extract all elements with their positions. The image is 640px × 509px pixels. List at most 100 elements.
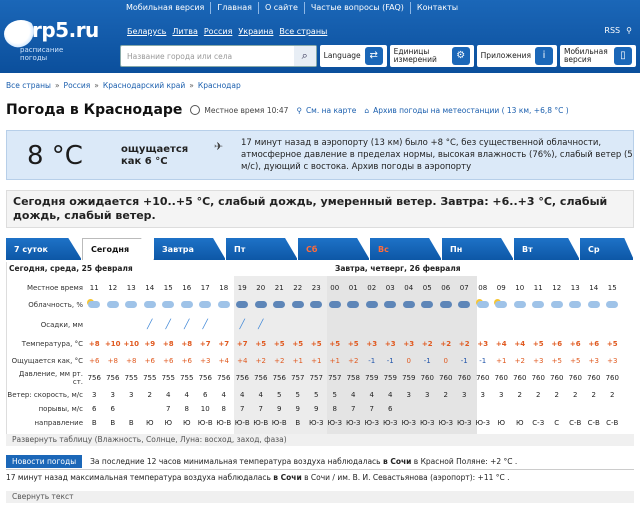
crumb-city[interactable]: Краснодар (198, 81, 241, 90)
pressure-cell: 756 (254, 374, 268, 382)
hours-cell: 16 (182, 284, 192, 292)
crumb-region[interactable]: Краснодарский край (103, 81, 185, 90)
country-ukraine[interactable]: Украина (238, 27, 273, 36)
row-wind: Ветер: скорость, м/с 3332446444555544433… (7, 389, 635, 401)
pressure-cell: 760 (568, 374, 582, 382)
expand-table-link[interactable]: Развернуть таблицу (Влажность, Солнце, Л… (6, 434, 634, 446)
gusts-cell: 9 (314, 405, 319, 413)
feels-cell: +6 (89, 357, 100, 365)
news1-b[interactable]: в Сочи (383, 457, 411, 466)
crumb-all[interactable]: Все страны (6, 81, 51, 90)
tab-7days[interactable]: 7 суток (6, 238, 82, 260)
news2-b[interactable]: в Сочи (273, 473, 301, 482)
pressure-cell: 756 (106, 374, 120, 382)
temps-cell: +6 (569, 340, 581, 348)
tab-wed[interactable]: Ср (580, 238, 634, 260)
hours-cell: 03 (385, 284, 395, 292)
tab-today[interactable]: Сегодня (82, 238, 154, 260)
units-button[interactable]: Единицы измерений ⚙ (389, 45, 474, 67)
dirs-cell: С (554, 419, 560, 427)
map-link[interactable]: ⚲ См. на карте (296, 106, 356, 115)
country-lithuania[interactable]: Литва (172, 27, 198, 36)
tab-sat[interactable]: Сб (298, 238, 370, 260)
cloud-icon (215, 299, 234, 311)
tab-fri[interactable]: Пт (226, 238, 298, 260)
search-placeholder: Название города или села (127, 51, 233, 61)
wind-cell: 3 (110, 391, 115, 399)
apps-button[interactable]: Приложения i (476, 45, 557, 67)
gusts-cell: 7 (369, 405, 374, 413)
pressure-cell: 760 (531, 374, 545, 382)
dir-cells: В В В Ю Ю Ю Ю-В Ю-В Ю-В Ю-В Ю-В В Ю-З Ю-З Ю-З Ю-З Ю-З Ю-З… (85, 419, 622, 427)
search-icon[interactable]: ⌕ (293, 46, 316, 66)
pressure-cell: 759 (365, 374, 379, 382)
site-logo[interactable]: rp5.ru расписание погоды (4, 16, 116, 68)
hours-cell: 11 (533, 284, 543, 292)
tab-tomorrow[interactable]: Завтра (154, 238, 226, 260)
crumb-russia[interactable]: Россия (64, 81, 91, 90)
country-russia[interactable]: Россия (204, 27, 233, 36)
feels-cell: -1 (368, 357, 376, 365)
cloud-icon (566, 299, 585, 311)
nav-home[interactable]: Главная (210, 2, 258, 14)
label-dir: направление (34, 419, 83, 427)
nav-about[interactable]: О сайте (257, 2, 304, 14)
feels-cell: +4 (218, 357, 229, 365)
search-input[interactable]: Название города или села ⌕ (120, 45, 317, 67)
row-time: Местное время 11 12 13 14 15 16 17 18 19 20 21 22 23… (7, 282, 635, 294)
rss-link[interactable]: RSS ⚲ (604, 26, 632, 35)
gusts-cell (603, 405, 622, 413)
gusts-cell (492, 405, 511, 413)
cloud-icon (455, 299, 474, 311)
mobile-button[interactable]: Мобильная версия ▯ (560, 45, 636, 67)
wind-cell: 2 (573, 391, 578, 399)
pressure-cell: 760 (439, 374, 453, 382)
phone-icon: ▯ (614, 47, 632, 65)
language-button[interactable]: Language ⇄ (319, 45, 387, 67)
wind-cell: 4 (351, 391, 356, 399)
wind-cells: 3 3 3 2 4 4 6 4 4 4 5 5 5 5 4 4 4 3 3 2 3 3 3 2 2 2 2 2 2 (85, 391, 622, 399)
hours-cell: 05 (422, 284, 432, 292)
country-all[interactable]: Все страны (279, 27, 327, 36)
feels-cell: -1 (423, 357, 431, 365)
wind-cell: 2 (591, 391, 596, 399)
label-wind: Ветер: скорость, м/с (7, 391, 83, 399)
hours-cell: 00 (330, 284, 340, 292)
temps-cell: +8 (88, 340, 100, 348)
dirs-cell: Ю (182, 419, 191, 427)
country-links: Беларусь Литва Россия Украина Все страны (127, 27, 327, 36)
nav-faq[interactable]: Частые вопросы (FAQ) (303, 2, 410, 14)
feels-cell: +8 (107, 357, 118, 365)
wind-cell: 2 (610, 391, 615, 399)
feels-cell: +1 (329, 357, 340, 365)
collapse-text-link[interactable]: Свернуть текст (6, 491, 634, 503)
hours-cell: 11 (89, 284, 99, 292)
nav-contacts[interactable]: Контакты (409, 2, 464, 14)
hours-cell: 02 (367, 284, 377, 292)
cloud-icon (585, 299, 604, 311)
hours-cell: 07 (459, 284, 469, 292)
units-label: Единицы измерений (393, 47, 437, 64)
dirs-cell: В (128, 419, 134, 427)
tab-tue[interactable]: Вт (514, 238, 580, 260)
news-badge[interactable]: Новости погоды (6, 455, 83, 468)
station-icon: ⌂ (364, 105, 370, 115)
cloud-icon (122, 299, 141, 311)
feels-cell: +3 (588, 357, 599, 365)
nav-mobile[interactable]: Мобильная версия (120, 2, 210, 14)
precip-cell (104, 320, 123, 330)
tab-sun[interactable]: Вс (370, 238, 442, 260)
cloud-icon (511, 299, 530, 311)
temps-cell: +5 (292, 340, 304, 348)
tab-mon[interactable]: Пн (442, 238, 514, 260)
archive-link[interactable]: ⌂ Архив погоды на метеостанции ( 13 км, +… (364, 106, 568, 115)
hours-cell: 04 (404, 284, 414, 292)
temps-cell: +2 (421, 340, 433, 348)
country-belarus[interactable]: Беларусь (127, 27, 166, 36)
language-label: Language (323, 51, 361, 60)
gusts-cell: 8 (221, 405, 226, 413)
feels-cell: +2 (274, 357, 285, 365)
news-line-1: За последние 12 часов минимальная темпер… (82, 457, 517, 466)
pressure-cell: 760 (587, 374, 601, 382)
wind-cell: 3 (92, 391, 97, 399)
